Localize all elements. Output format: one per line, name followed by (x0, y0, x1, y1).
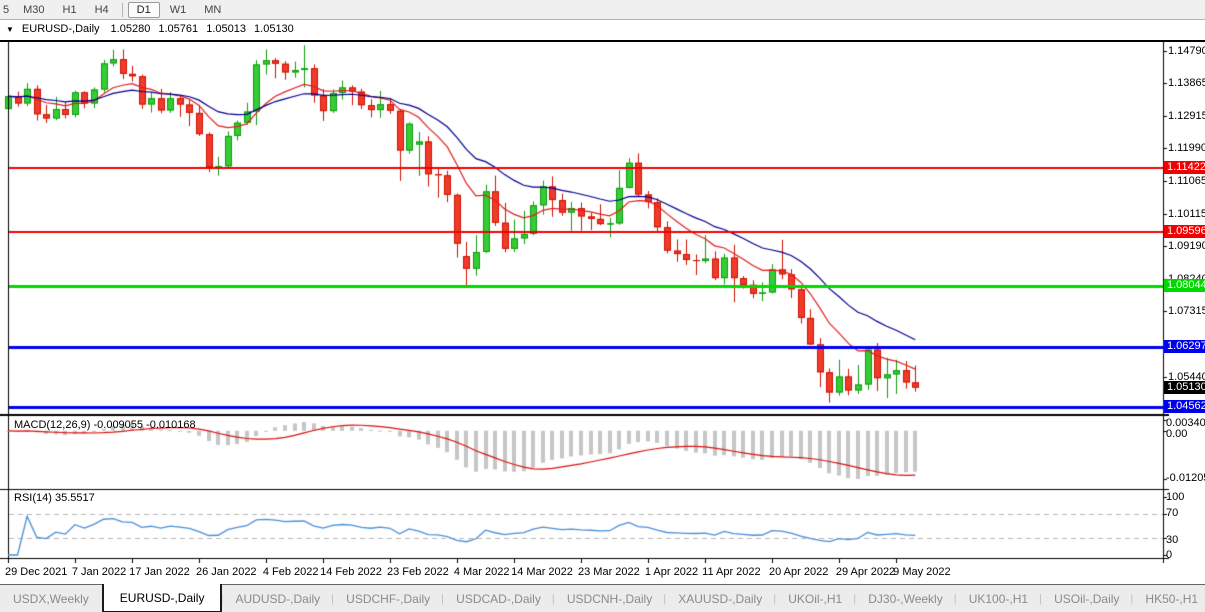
date-axis-label: 1 Apr 2022 (645, 566, 698, 578)
tab-usdx-weekly[interactable]: USDX,Weekly (0, 585, 102, 612)
tab-xauusd-daily[interactable]: XAUUSD-,Daily (665, 585, 775, 612)
timeframe-button-h1[interactable]: H1 (55, 3, 85, 17)
symbol-dropdown-icon[interactable]: ▼ (6, 25, 14, 34)
rsi-axis-label: 70 (1166, 507, 1205, 519)
close-value: 1.05130 (254, 23, 294, 35)
tab-audusd-daily[interactable]: AUDUSD-,Daily (222, 585, 333, 612)
tab-usoil-daily[interactable]: USOil-,Daily (1041, 585, 1132, 612)
tab-ukoil-h1[interactable]: UKOil-,H1 (775, 585, 855, 612)
date-axis-label: 7 Jan 2022 (72, 566, 126, 578)
price-tick-label: 1.12915 (1168, 110, 1205, 122)
macd-axis-min-label: -0.012058 (1166, 472, 1205, 484)
timeframe-button-mn[interactable]: MN (196, 3, 229, 17)
timeframe-toolbar: 5M30H1H4 D1W1MN (0, 0, 1205, 20)
price-tick-label: 1.11990 (1168, 142, 1205, 154)
level-price-label: 1.06297 (1164, 340, 1205, 353)
tab-uk100-h1[interactable]: UK100-,H1 (956, 585, 1041, 612)
tab-usdchf-daily[interactable]: USDCHF-,Daily (333, 585, 443, 612)
tab-usdcad-daily[interactable]: USDCAD-,Daily (443, 585, 554, 612)
tab-usdcnh-daily[interactable]: USDCNH-,Daily (554, 585, 665, 612)
timeframe-button-d1[interactable]: D1 (128, 2, 160, 18)
date-axis-label: 20 Apr 2022 (769, 566, 828, 578)
date-axis-label: 14 Feb 2022 (320, 566, 382, 578)
tab-hk50-h1[interactable]: HK50-,H1 (1132, 585, 1205, 612)
timeframe-button-5[interactable]: 5 (1, 3, 13, 17)
mt4-window: 5M30H1H4 D1W1MN ▼ EURUSD-,Daily 1.05280 1… (0, 0, 1205, 612)
price-tick-label: 1.10115 (1168, 208, 1205, 220)
date-axis-label: 23 Feb 2022 (387, 566, 449, 578)
level-price-label: 1.08044 (1164, 279, 1205, 292)
timeframe-button-m30[interactable]: M30 (15, 3, 52, 17)
date-axis-label: 17 Jan 2022 (129, 566, 190, 578)
date-axis-label: 11 Apr 2022 (702, 566, 761, 578)
rsi-label: RSI(14) (14, 492, 52, 504)
current-price-label: 1.05130 (1164, 381, 1205, 394)
date-axis-label: 9 May 2022 (893, 566, 950, 578)
chart-symbol-title: EURUSD-,Daily (22, 23, 100, 35)
low-value: 1.05013 (206, 23, 246, 35)
price-tick-label: 1.13865 (1168, 77, 1205, 89)
chart-canvas[interactable] (0, 42, 1205, 563)
level-price-label: 1.11422 (1164, 161, 1205, 174)
macd-main-value: -0.009055 (93, 419, 143, 431)
date-axis-label: 23 Mar 2022 (578, 566, 640, 578)
tab-eurusd-daily[interactable]: EURUSD-,Daily (102, 584, 223, 612)
date-axis-label: 26 Jan 2022 (196, 566, 257, 578)
rsi-panel-title: RSI(14) 35.5517 (14, 492, 95, 504)
price-tick-label: 1.09190 (1168, 240, 1205, 252)
rsi-axis-label: 30 (1166, 534, 1205, 546)
rsi-value: 35.5517 (55, 492, 95, 504)
macd-axis-zero-label: 0.00 (1166, 428, 1205, 440)
symbol-tab-bar: USDX,WeeklyEURUSD-,DailyAUDUSD-,DailyUSD… (0, 584, 1205, 612)
timeframe-button-w1[interactable]: W1 (162, 3, 195, 17)
price-tick-label: 1.07315 (1168, 305, 1205, 317)
rsi-axis-label: 0 (1166, 549, 1205, 561)
date-axis-label: 29 Apr 2022 (836, 566, 895, 578)
timeframe-button-h4[interactable]: H4 (87, 3, 117, 17)
macd-signal-value: -0.010168 (146, 419, 196, 431)
ohlc-values: 1.05280 1.05761 1.05013 1.05130 (106, 23, 294, 35)
high-value: 1.05761 (158, 23, 198, 35)
date-axis-label: 29 Dec 2021 (5, 566, 67, 578)
open-value: 1.05280 (111, 23, 151, 35)
level-price-label: 1.04562 (1164, 400, 1205, 413)
price-tick-label: 1.14790 (1168, 45, 1205, 57)
date-axis-label: 14 Mar 2022 (511, 566, 573, 578)
toolbar-divider (122, 3, 123, 17)
macd-label: MACD(12,26,9) (14, 419, 90, 431)
date-axis-label: 4 Feb 2022 (263, 566, 319, 578)
chart-title-bar: ▼ EURUSD-,Daily 1.05280 1.05761 1.05013 … (0, 20, 1205, 42)
tab-dj30-weekly[interactable]: DJ30-,Weekly (855, 585, 955, 612)
date-axis-label: 4 Mar 2022 (454, 566, 510, 578)
rsi-axis-label: 100 (1166, 491, 1205, 503)
level-price-label: 1.09596 (1164, 225, 1205, 238)
macd-panel-title: MACD(12,26,9) -0.009055 -0.010168 (14, 419, 196, 431)
price-tick-label: 1.11065 (1168, 175, 1205, 187)
date-axis: 29 Dec 2021 7 Jan 202217 Jan 2022 26 Jan 2… (0, 563, 1163, 584)
